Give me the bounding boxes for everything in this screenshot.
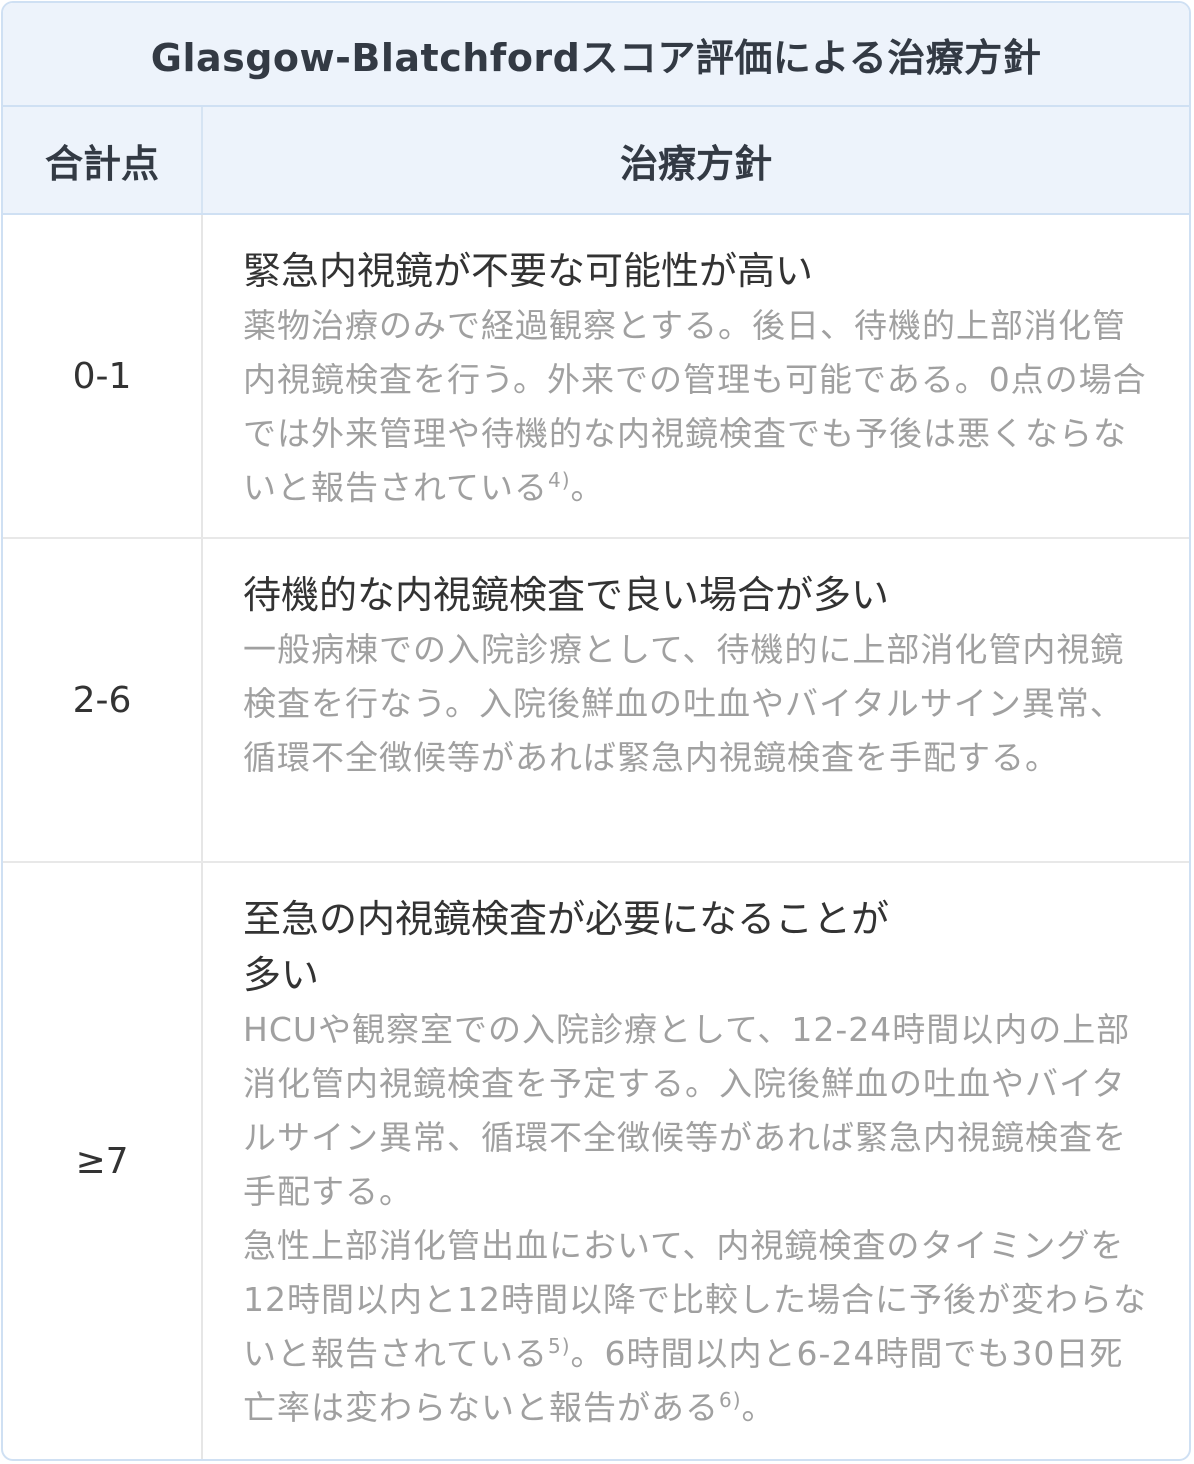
policy-cell: 待機的な内視鏡検査で良い場合が多い 一般病棟での入院診療として、待機的に上部消化… <box>203 539 1189 861</box>
policy-description-evidence: 急性上部消化管出血において、内視鏡検査のタイミングを12時間以内と12時間以降で… <box>243 1219 1149 1435</box>
table-row: 2-6 待機的な内視鏡検査で良い場合が多い 一般病棟での入院診療として、待機的に… <box>3 539 1189 863</box>
score-cell: ≥7 <box>3 863 203 1459</box>
header-policy: 治療方針 <box>619 141 772 186</box>
policy-cell: 至急の内視鏡検査が必要になることが 多い HCUや観察室での入院診療として、12… <box>203 863 1189 1459</box>
policy-description: 薬物治療のみで経過観察とする。後日、待機的上部消化管内視鏡検査を行う。外来での管… <box>243 299 1149 515</box>
header-score: 合計点 <box>44 141 159 186</box>
policy-description: HCUや観察室での入院診療として、12-24時間以内の上部消化管内視鏡検査を予定… <box>243 1003 1149 1219</box>
description-text: 。 <box>741 1388 776 1427</box>
policy-description: 一般病棟での入院診療として、待機的に上部消化管内視鏡検査を行なう。入院後鮮血の吐… <box>243 623 1149 785</box>
score-cell: 0-1 <box>3 215 203 537</box>
policy-heading: 待機的な内視鏡検査で良い場合が多い <box>243 573 890 617</box>
description-text: HCUや観察室での入院診療として、12-24時間以内の上部消化管内視鏡検査を予定… <box>243 1010 1131 1211</box>
description-text: 一般病棟での入院診療として、待機的に上部消化管内視鏡検査を行なう。入院後鮮血の吐… <box>243 630 1125 777</box>
table-title: Glasgow-Blatchfordスコア評価による治療方針 <box>150 35 1042 80</box>
description-text: 薬物治療のみで経過観察とする。後日、待機的上部消化管内視鏡検査を行う。外来での管… <box>243 306 1147 507</box>
table-row: ≥7 至急の内視鏡検査が必要になることが 多い HCUや観察室での入院診療として… <box>3 863 1189 1459</box>
policy-heading: 至急の内視鏡検査が必要になることが 多い <box>243 897 890 997</box>
description-text: 。 <box>570 468 605 507</box>
citation-superscript: 5) <box>548 1334 571 1358</box>
header-score-cell: 合計点 <box>3 107 203 213</box>
table-header-row: 合計点 治療方針 <box>3 107 1189 215</box>
score-value: 2-6 <box>72 679 132 721</box>
policy-heading: 緊急内視鏡が不要な可能性が高い <box>243 249 814 293</box>
table-title-row: Glasgow-Blatchfordスコア評価による治療方針 <box>3 3 1189 107</box>
header-policy-cell: 治療方針 <box>203 107 1189 213</box>
score-value: 0-1 <box>72 355 132 397</box>
policy-cell: 緊急内視鏡が不要な可能性が高い 薬物治療のみで経過観察とする。後日、待機的上部消… <box>203 215 1189 537</box>
citation-superscript: 4) <box>548 468 571 492</box>
score-cell: 2-6 <box>3 539 203 861</box>
citation-superscript: 6) <box>719 1388 742 1412</box>
treatment-policy-table: Glasgow-Blatchfordスコア評価による治療方針 合計点 治療方針 … <box>1 1 1191 1461</box>
score-value: ≥7 <box>75 1140 129 1182</box>
table-row: 0-1 緊急内視鏡が不要な可能性が高い 薬物治療のみで経過観察とする。後日、待機… <box>3 215 1189 539</box>
